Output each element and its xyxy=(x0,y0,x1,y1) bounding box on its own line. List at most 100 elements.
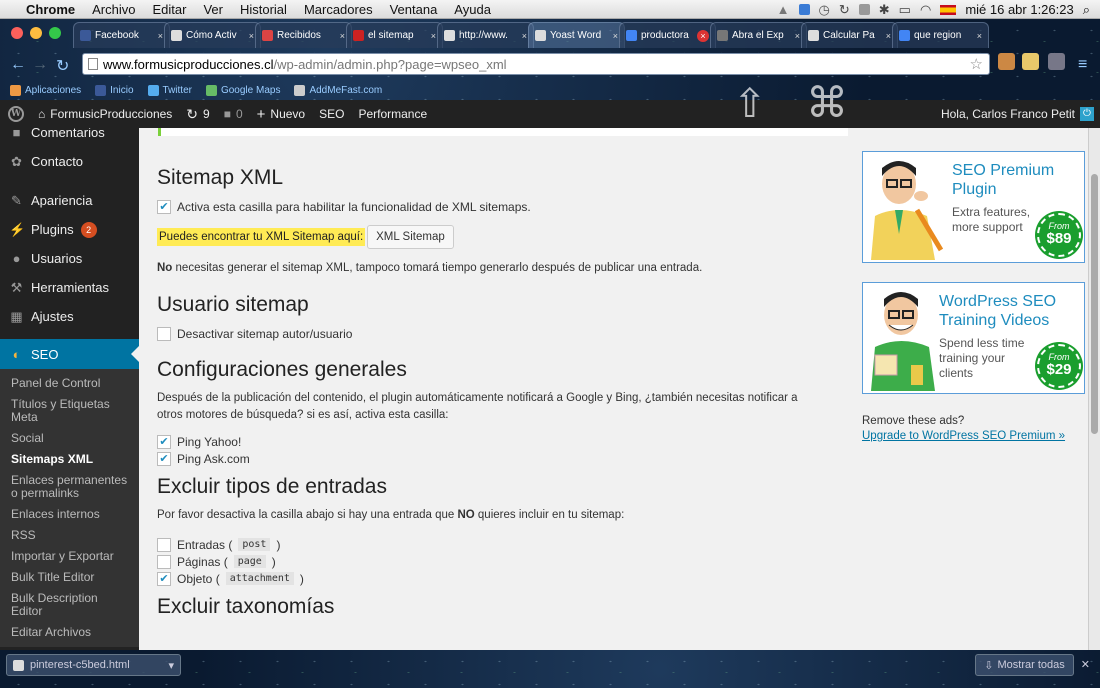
tab-6[interactable]: productora × xyxy=(619,22,716,48)
seo-premium-ad[interactable]: SEO Premium Plugin Extra features, more … xyxy=(862,151,1085,263)
back-arrow-icon[interactable]: ← xyxy=(10,56,26,74)
zoom-window-button[interactable] xyxy=(49,27,61,39)
sync-icon[interactable]: ↻ xyxy=(839,2,850,18)
wifi-icon[interactable]: ◠ xyxy=(920,2,931,18)
menu-archivo[interactable]: Archivo xyxy=(92,2,135,17)
clock[interactable]: mié 16 abr 1:26:23 xyxy=(965,2,1073,17)
minimize-window-button[interactable] xyxy=(30,27,42,39)
sidebar-item-ajustes[interactable]: ▦ Ajustes xyxy=(0,302,139,331)
submenu-panel[interactable]: Panel de Control xyxy=(0,373,139,394)
menu-ver[interactable]: Ver xyxy=(203,2,223,17)
show-all-downloads-button[interactable]: ⇩ Mostrar todas xyxy=(975,654,1074,676)
spotlight-search-icon[interactable]: ⌕ xyxy=(1083,2,1090,18)
bookmark-apps[interactable]: Aplicaciones xyxy=(10,85,81,96)
notes-extension-icon[interactable] xyxy=(1022,53,1039,70)
submenu-sitemaps[interactable]: Sitemaps XML xyxy=(0,449,139,470)
tab-9[interactable]: que region × xyxy=(892,22,989,48)
tab-close-icon[interactable]: × xyxy=(613,31,618,41)
exclude-attachment-checkbox[interactable]: ✔ xyxy=(157,571,171,586)
site-name-link[interactable]: ⌂ FormusicProducciones xyxy=(38,107,172,121)
tab-8[interactable]: Calcular Pa × xyxy=(801,22,898,48)
submenu-editar-archivos[interactable]: Editar Archivos xyxy=(0,622,139,643)
settings-extension-icon[interactable] xyxy=(1048,53,1065,70)
training-videos-ad[interactable]: WordPress SEO Training Videos Spend less… xyxy=(862,282,1085,394)
sidebar-item-plugins[interactable]: ⚡ Plugins 2 xyxy=(0,215,139,244)
dropbox-icon[interactable] xyxy=(798,4,810,15)
comments-link[interactable]: ■ 0 xyxy=(224,107,243,121)
tab-close-icon[interactable]: × xyxy=(340,31,345,41)
wordpress-logo-icon[interactable]: W xyxy=(2,106,30,122)
timemachine-icon[interactable]: ◷ xyxy=(819,2,830,18)
submenu-titulos[interactable]: Títulos y Etiquetas Meta xyxy=(0,394,139,428)
tab-3[interactable]: el sitemap × xyxy=(346,22,443,48)
xml-sitemap-button[interactable]: XML Sitemap xyxy=(367,225,454,249)
tab-7[interactable]: Abra el Exp × xyxy=(710,22,807,48)
address-bar[interactable]: www.formusicproducciones.cl/wp-admin/adm… xyxy=(82,53,990,75)
updates-link[interactable]: ↻ 9 xyxy=(186,106,209,123)
menu-ayuda[interactable]: Ayuda xyxy=(454,2,491,17)
notification-icon[interactable]: ▲ xyxy=(777,2,790,17)
tab-close-icon[interactable]: × xyxy=(886,31,891,41)
close-window-button[interactable] xyxy=(11,27,23,39)
vertical-scrollbar[interactable] xyxy=(1088,128,1100,650)
tab-1[interactable]: Cómo Activ × xyxy=(164,22,261,48)
tab-close-icon[interactable]: × xyxy=(522,31,527,41)
extension-icon[interactable] xyxy=(998,53,1015,70)
tab-close-icon[interactable]: × xyxy=(249,31,254,41)
chrome-menu-icon[interactable]: ≡ xyxy=(1078,56,1087,74)
my-account[interactable]: Hola, Carlos Franco Petit ⏻ xyxy=(941,100,1094,128)
sidebar-item-contacto[interactable]: ✿ Contacto xyxy=(0,147,139,176)
bookmark-inicio[interactable]: Inicio xyxy=(95,85,134,96)
tab-close-icon[interactable]: × xyxy=(795,31,800,41)
menu-app[interactable]: Chrome xyxy=(26,2,75,17)
submenu-importar[interactable]: Importar y Exportar xyxy=(0,546,139,567)
menu-marcadores[interactable]: Marcadores xyxy=(304,2,373,17)
sidebar-item-usuarios[interactable]: ● Usuarios xyxy=(0,244,139,273)
battery-icon[interactable]: ▭ xyxy=(899,2,911,18)
ping-yahoo-checkbox[interactable]: ✔ xyxy=(157,434,171,449)
bookmark-star-icon[interactable]: ☆ xyxy=(970,55,983,73)
download-item[interactable]: pinterest-c5bed.html ▾ xyxy=(6,654,181,676)
enable-sitemap-checkbox[interactable]: ✔ xyxy=(157,199,171,214)
sidebar-item-herramientas[interactable]: ⚒ Herramientas xyxy=(0,273,139,302)
tab-close-icon[interactable]: × xyxy=(977,31,982,41)
reload-icon[interactable]: ↻ xyxy=(56,56,69,76)
submenu-social[interactable]: Social xyxy=(0,428,139,449)
tab-2[interactable]: Recibidos × xyxy=(255,22,352,48)
bookmark-twitter[interactable]: Twitter xyxy=(147,85,192,96)
chevron-down-icon[interactable]: ▾ xyxy=(168,659,174,672)
sidebar-item-apariencia[interactable]: ✎ Apariencia xyxy=(0,186,139,215)
seo-link[interactable]: SEO xyxy=(319,107,344,121)
new-content-link[interactable]: + Nuevo xyxy=(257,106,305,123)
submenu-permalinks[interactable]: Enlaces permanentes o permalinks xyxy=(0,470,139,504)
tab-4[interactable]: http://www. × xyxy=(437,22,534,48)
performance-link[interactable]: Performance xyxy=(358,107,427,121)
submenu-enlaces-internos[interactable]: Enlaces internos xyxy=(0,504,139,525)
spain-flag-icon[interactable] xyxy=(940,4,957,15)
bookmark-addmefast[interactable]: AddMeFast.com xyxy=(294,85,382,96)
grid-icon[interactable] xyxy=(858,4,870,15)
sidebar-item-comentarios[interactable]: ■ Comentarios xyxy=(0,128,139,147)
submenu-bulk-description[interactable]: Bulk Description Editor xyxy=(0,588,139,622)
exclude-post-checkbox[interactable] xyxy=(157,537,171,552)
menu-historial[interactable]: Historial xyxy=(240,2,287,17)
exclude-page-checkbox[interactable] xyxy=(157,554,171,569)
disable-user-sitemap-checkbox[interactable] xyxy=(157,326,171,341)
menu-ventana[interactable]: Ventana xyxy=(390,2,438,17)
close-downloads-icon[interactable]: ✕ xyxy=(1081,658,1090,671)
submenu-rss[interactable]: RSS xyxy=(0,525,139,546)
bluetooth-icon[interactable]: ✱ xyxy=(879,2,890,18)
scrollbar-thumb[interactable] xyxy=(1091,174,1098,434)
upgrade-link[interactable]: Upgrade to WordPress SEO Premium » xyxy=(862,429,1065,444)
submenu-bulk-title[interactable]: Bulk Title Editor xyxy=(0,567,139,588)
tab-5[interactable]: Yoast Word × xyxy=(528,22,625,48)
bookmark-google-maps[interactable]: Google Maps xyxy=(205,85,280,96)
ping-ask-checkbox[interactable]: ✔ xyxy=(157,451,171,466)
forward-arrow-icon[interactable]: → xyxy=(32,56,48,74)
tab-close-icon[interactable]: × xyxy=(431,31,436,41)
menu-editar[interactable]: Editar xyxy=(152,2,186,17)
tab-close-icon[interactable]: × xyxy=(158,31,163,41)
tab-close-icon[interactable]: × xyxy=(697,29,709,42)
sidebar-item-seo[interactable]: ◐ SEO xyxy=(0,339,139,369)
tab-0[interactable]: Facebook × xyxy=(73,22,170,48)
